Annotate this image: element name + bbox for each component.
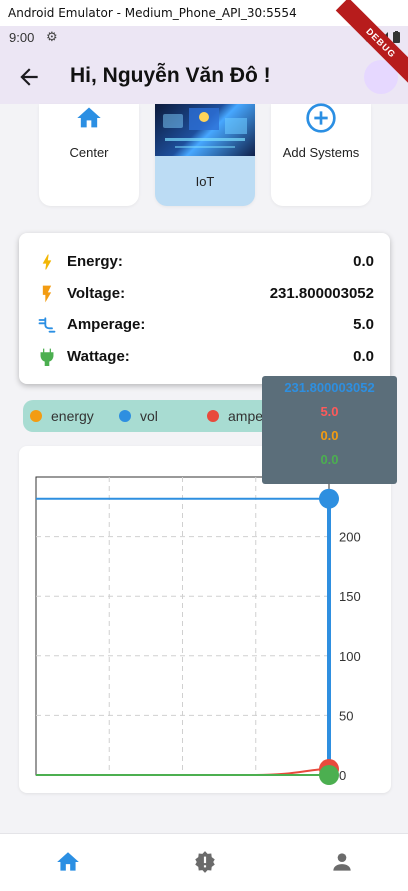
y-tick-label: 100 — [339, 649, 361, 664]
system-tiles: Center IoT Add Systems — [0, 103, 408, 206]
legend-label: vol — [140, 408, 158, 424]
metrics-card: Energy: 0.0 Voltage: 231.800003052 Amper… — [19, 233, 390, 384]
legend-dot-icon — [30, 410, 42, 422]
metric-label: Energy: — [67, 253, 123, 270]
battery-icon — [393, 31, 400, 43]
metric-value: 231.800003052 — [269, 285, 374, 302]
tile-label: Add Systems — [282, 145, 360, 160]
add-circle-icon — [306, 103, 336, 133]
app-bar: Hi, Nguyễn Văn Đô ! — [0, 50, 408, 104]
tile-label: Center — [69, 145, 109, 160]
metric-label: Wattage: — [67, 348, 130, 365]
metric-value: 0.0 — [353, 253, 374, 270]
flash-icon — [42, 285, 52, 303]
tooltip-energy: 0.0 — [320, 428, 339, 443]
tile-center[interactable]: Center — [39, 104, 139, 206]
metric-row-amperage: Amperage: 5.0 — [19, 313, 390, 337]
legend-dot-icon — [207, 410, 219, 422]
chart-card: 200 150 100 50 0 — [19, 446, 391, 793]
metric-label: Voltage: — [67, 285, 126, 302]
y-tick-label: 0 — [339, 768, 346, 783]
tooltip-watt: 0.0 — [320, 452, 339, 467]
data-point-watt — [319, 765, 339, 785]
bolt-icon — [42, 254, 52, 270]
home-icon — [77, 107, 101, 128]
page-title: Hi, Nguyễn Văn Đô ! — [70, 64, 271, 87]
metric-label: Amperage: — [67, 316, 146, 333]
line-chart[interactable]: 200 150 100 50 0 — [19, 446, 391, 793]
status-bar: 9:00 ⚙ — [0, 26, 408, 50]
tooltip-vol: 231.800003052 — [284, 380, 375, 395]
back-arrow-icon[interactable] — [16, 64, 42, 90]
metric-row-energy: Energy: 0.0 — [19, 250, 390, 274]
tile-iot[interactable]: IoT — [155, 104, 255, 206]
profile-icon[interactable] — [329, 849, 355, 875]
alert-icon[interactable] — [192, 849, 218, 875]
metric-value: 5.0 — [353, 316, 374, 333]
legend-item-energy[interactable]: energy — [30, 408, 94, 424]
legend-item-vol[interactable]: vol — [119, 408, 158, 424]
tooltip-ampe: 5.0 — [320, 404, 339, 419]
tile-add-systems[interactable]: Add Systems — [271, 103, 371, 206]
legend-label: energy — [51, 408, 94, 424]
data-point-vol — [319, 488, 339, 509]
y-tick-label: 50 — [339, 708, 353, 723]
plug-icon — [40, 348, 54, 366]
legend-label: ampe — [228, 408, 264, 424]
y-tick-label: 200 — [339, 530, 361, 545]
settings-gear-icon: ⚙ — [46, 29, 58, 44]
iot-image — [155, 104, 255, 156]
legend-dot-icon — [119, 410, 131, 422]
legend-item-ampe[interactable]: ampe — [207, 408, 263, 424]
status-time: 9:00 — [9, 30, 35, 45]
amperage-icon — [38, 317, 56, 333]
tile-label: IoT — [195, 174, 215, 189]
chart-tooltip: 231.800003052 5.0 0.0 0.0 — [262, 376, 397, 484]
metric-row-voltage: Voltage: 231.800003052 — [19, 282, 390, 306]
bottom-nav — [0, 833, 408, 891]
chart-legend: energy vol ampe — [23, 400, 286, 432]
metric-row-wattage: Wattage: 0.0 — [19, 345, 390, 369]
y-tick-label: 150 — [339, 589, 361, 604]
metric-value: 0.0 — [353, 348, 374, 365]
home-icon[interactable] — [55, 849, 81, 875]
